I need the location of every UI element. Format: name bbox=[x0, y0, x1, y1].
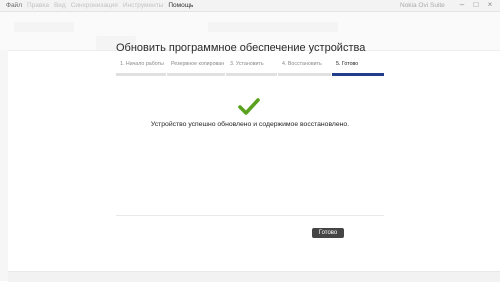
ghost-toolbar-block bbox=[14, 22, 74, 32]
menu-help[interactable]: Помощь bbox=[168, 0, 193, 11]
menu-edit[interactable]: Правка bbox=[27, 0, 49, 11]
step-bar bbox=[226, 73, 277, 76]
success-message: Устройство успешно обновлено и содержимо… bbox=[150, 121, 350, 128]
step-install: 3. Установить bbox=[226, 60, 278, 76]
step-done: 5. Готово bbox=[332, 60, 384, 76]
step-bar bbox=[278, 73, 331, 76]
step-start: 1. Начало работы bbox=[116, 60, 167, 76]
step-restore: 4. Восстановить bbox=[278, 60, 332, 76]
menu: Файл Правка Вид Синхронизация Инструмент… bbox=[6, 0, 198, 11]
ghost-search-box bbox=[208, 22, 338, 32]
close-button[interactable]: × bbox=[486, 1, 494, 9]
maximize-button[interactable]: □ bbox=[472, 1, 480, 9]
menu-sync[interactable]: Синхронизация bbox=[71, 0, 118, 11]
menu-view[interactable]: Вид bbox=[54, 0, 66, 11]
step-label: 1. Начало работы bbox=[120, 61, 164, 67]
done-button[interactable]: Готово bbox=[312, 228, 344, 238]
step-label: 5. Готово bbox=[336, 61, 359, 67]
app-name: Nokia Ovi Suite bbox=[400, 2, 445, 9]
status-bar bbox=[8, 271, 500, 282]
wizard-title: Обновить программное обеспечение устройс… bbox=[116, 42, 366, 54]
step-label: 3. Установить bbox=[230, 61, 264, 67]
wizard-steps: 1. Начало работы Резервное копирован 3. … bbox=[116, 60, 384, 76]
step-bar bbox=[167, 73, 225, 76]
step-label: Резервное копирован bbox=[171, 61, 225, 67]
menu-file[interactable]: Файл bbox=[6, 0, 22, 11]
menu-bar: Файл Правка Вид Синхронизация Инструмент… bbox=[0, 0, 500, 12]
menu-tools[interactable]: Инструменты bbox=[123, 0, 164, 11]
step-backup: Резервное копирован bbox=[167, 60, 226, 76]
step-label: 4. Восстановить bbox=[282, 61, 322, 67]
minimize-button[interactable]: – bbox=[458, 1, 466, 9]
sidebar-dimmed bbox=[0, 50, 8, 281]
check-icon bbox=[238, 98, 260, 115]
footer-divider bbox=[116, 215, 384, 216]
step-bar bbox=[332, 73, 384, 76]
step-bar bbox=[116, 73, 166, 76]
